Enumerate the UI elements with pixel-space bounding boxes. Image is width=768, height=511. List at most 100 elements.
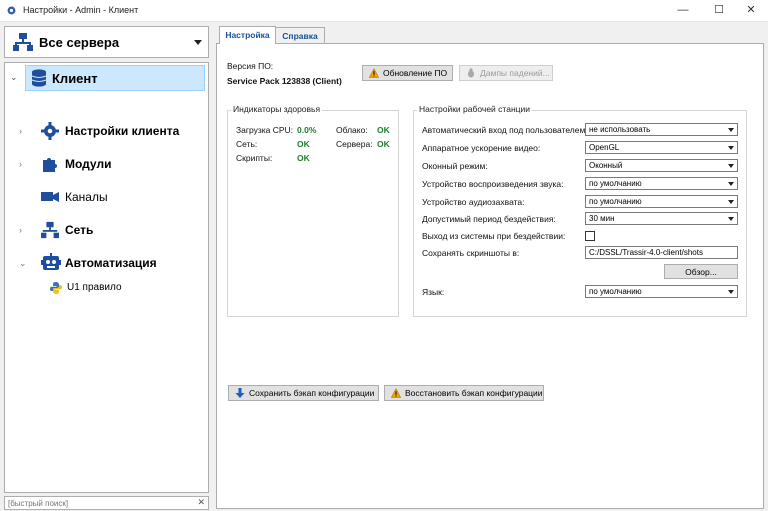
tree-item-label: Каналы [65, 190, 108, 204]
chevron-down-icon [728, 200, 734, 204]
window-mode-select[interactable]: Оконный [585, 159, 738, 172]
audio-capture-label: Устройство аудиозахвата: [422, 197, 525, 207]
tree-item-label: Настройки клиента [65, 124, 180, 138]
idle-logout-label: Выход из системы при бездействии: [422, 231, 566, 241]
tree-item-label: U1 правило [67, 282, 122, 293]
cloud-label: Облако: [336, 125, 368, 135]
tree-item-label: Модули [65, 157, 112, 171]
video-acceleration-select[interactable]: OpenGL [585, 141, 738, 154]
version-label: Версия ПО: [227, 61, 274, 71]
idle-period-value: 30 мин [589, 214, 615, 223]
save-backup-label: Сохранить бэкап конфигурации [249, 388, 375, 398]
chevron-right-icon[interactable]: › [19, 126, 22, 136]
cloud-status: OK [377, 125, 390, 135]
window-mode-label: Оконный режим: [422, 161, 488, 171]
video-acceleration-value: OpenGL [589, 143, 620, 152]
tab-settings[interactable]: Настройка [219, 26, 276, 44]
server-select-label: Все сервера [39, 35, 120, 50]
tree-item-modules[interactable]: › Модули [19, 152, 205, 176]
audio-capture-select[interactable]: по умолчанию [585, 195, 738, 208]
network-icon [41, 221, 59, 239]
scripts-status: OK [297, 153, 310, 163]
chevron-right-icon[interactable]: › [19, 225, 22, 235]
chevron-down-icon [728, 128, 734, 132]
chevron-down-icon[interactable]: ⌄ [19, 258, 27, 269]
workstation-settings-title: Настройки рабочей станции [417, 104, 533, 114]
warning-icon [369, 68, 379, 78]
tree-item-label: Клиент [52, 71, 98, 86]
screenshots-path-label: Сохранять скриншоты в: [422, 248, 520, 258]
cpu-load-value: 0.0% [297, 125, 317, 135]
tree-item-label: Автоматизация [65, 256, 157, 270]
tree-item-client-settings[interactable]: › Настройки клиента [19, 119, 205, 143]
idle-logout-checkbox[interactable] [585, 231, 595, 241]
chevron-down-icon [728, 217, 734, 221]
clear-search-icon[interactable]: ✕ [197, 497, 205, 508]
chevron-down-icon [728, 146, 734, 150]
browse-button[interactable]: Обзор... [664, 264, 738, 279]
tree-item-channels[interactable]: Каналы [19, 185, 205, 209]
crash-dumps-button[interactable]: Дампы падений... [459, 65, 553, 81]
language-value: по умолчанию [589, 287, 642, 296]
screenshots-path-field[interactable]: C:/DSSL/Trassir-4.0-client/shots [585, 246, 738, 259]
robot-icon [41, 253, 61, 270]
chevron-down-icon [194, 40, 202, 45]
tree-item-network[interactable]: › Сеть [19, 218, 205, 242]
chevron-down-icon [728, 164, 734, 168]
search-input[interactable] [6, 497, 195, 509]
chevron-down-icon [728, 290, 734, 294]
sound-output-select[interactable]: по умолчанию [585, 177, 738, 190]
servers-label: Сервера: [336, 139, 373, 149]
database-icon [31, 69, 47, 87]
tab-help[interactable]: Справка [275, 27, 325, 43]
app-gear-icon [7, 6, 16, 15]
left-panel: Все сервера Клиент ⌄ › Настройки клиента [0, 22, 213, 511]
server-select[interactable]: Все сервера [4, 26, 209, 58]
servers-status: OK [377, 139, 390, 149]
auto-login-select[interactable]: не использовать [585, 123, 738, 136]
health-indicators-title: Индикаторы здоровья [231, 104, 323, 114]
bug-icon [468, 68, 474, 78]
warning-icon [391, 388, 401, 398]
save-backup-button[interactable]: Сохранить бэкап конфигурации [228, 385, 379, 401]
title-bar: Настройки - Admin - Клиент — ☐ ✕ [0, 0, 768, 22]
restore-backup-label: Восстановить бэкап конфигурации [405, 388, 543, 398]
language-select[interactable]: по умолчанию [585, 285, 738, 298]
minimize-button[interactable]: — [666, 0, 700, 21]
restore-backup-button[interactable]: Восстановить бэкап конфигурации [384, 385, 544, 401]
gear-icon [41, 122, 59, 140]
camera-icon [41, 192, 59, 202]
window-mode-value: Оконный [589, 161, 623, 170]
auto-login-label: Автоматический вход под пользователем: [422, 125, 588, 135]
tree-item-rule[interactable]: U1 правило [47, 277, 205, 301]
sound-output-value: по умолчанию [589, 179, 642, 188]
version-value: Service Pack 123838 (Client) [227, 76, 342, 86]
video-acceleration-label: Аппаратное ускорение видео: [422, 143, 541, 153]
scripts-label: Скрипты: [236, 153, 273, 163]
chevron-down-icon[interactable]: ⌄ [10, 72, 18, 83]
idle-period-select[interactable]: 30 мин [585, 212, 738, 225]
window-title: Настройки - Admin - Клиент [23, 5, 139, 15]
sound-output-label: Устройство воспроизведения звука: [422, 179, 564, 189]
auto-login-value: не использовать [589, 125, 651, 134]
maximize-button[interactable]: ☐ [702, 0, 736, 21]
tree-item-client[interactable]: Клиент [25, 65, 205, 91]
tree-item-automation[interactable]: ⌄ Автоматизация [19, 251, 205, 275]
quick-search: ✕ [4, 496, 209, 510]
close-button[interactable]: ✕ [734, 0, 768, 21]
update-software-button[interactable]: Обновление ПО [362, 65, 453, 81]
audio-capture-value: по умолчанию [589, 197, 642, 206]
network-status: OK [297, 139, 310, 149]
navigation-tree: Клиент ⌄ › Настройки клиента › Модули Ка… [4, 62, 209, 493]
update-software-label: Обновление ПО [383, 68, 448, 78]
crash-dumps-label: Дампы падений... [480, 68, 550, 78]
chevron-right-icon[interactable]: › [19, 159, 22, 169]
language-label: Язык: [422, 287, 445, 297]
chevron-down-icon [728, 182, 734, 186]
puzzle-icon [43, 158, 57, 172]
tree-item-label: Сеть [65, 223, 94, 237]
python-icon [50, 282, 62, 294]
idle-period-label: Допустимый период бездействия: [422, 214, 556, 224]
arrow-down-icon [235, 388, 245, 398]
servers-network-icon [13, 33, 33, 51]
